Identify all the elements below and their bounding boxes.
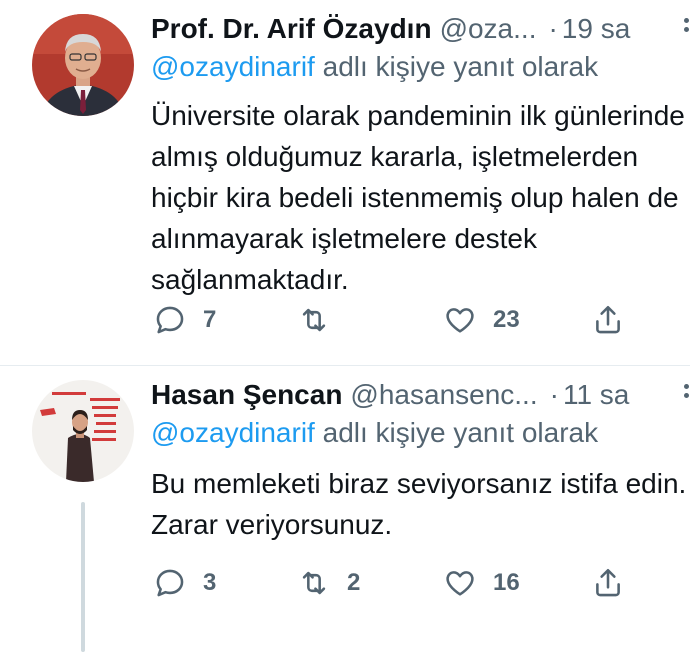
share-button[interactable] — [591, 563, 625, 603]
separator-dot: · — [548, 13, 558, 44]
reply-icon — [156, 569, 184, 597]
retweet-icon — [302, 571, 326, 595]
like-count: 23 — [493, 306, 520, 333]
avatar[interactable] — [32, 14, 134, 116]
avatar[interactable] — [32, 380, 134, 482]
author-name[interactable]: Prof. Dr. Arif Özaydın — [151, 13, 432, 44]
reply-button[interactable]: 3 — [153, 563, 216, 603]
retweet-count: 2 — [347, 569, 361, 596]
reply-context-text: adlı kişiye yanıt olarak — [314, 51, 599, 82]
like-button[interactable]: 16 — [443, 563, 520, 603]
share-icon — [596, 305, 620, 334]
author-handle[interactable]: @hasansenc... — [350, 379, 537, 410]
separator-dot: · — [549, 379, 559, 410]
like-button[interactable]: 23 — [443, 300, 520, 340]
share-icon — [596, 568, 620, 597]
reply-button[interactable]: 7 — [153, 300, 216, 340]
reply-context: @ozaydinarif adlı kişiye yanıt olarak — [151, 50, 598, 84]
avatar-image — [32, 14, 134, 116]
author-name[interactable]: Hasan Şencan — [151, 379, 342, 410]
heart-icon — [446, 308, 474, 333]
reply-mention-link[interactable]: @ozaydinarif — [151, 51, 315, 82]
reply-context-text: adlı kişiye yanıt olarak — [314, 417, 599, 448]
timestamp[interactable]: 11 sa — [563, 379, 629, 410]
like-count: 16 — [493, 569, 520, 596]
heart-icon — [446, 571, 474, 596]
tweet-header: Prof. Dr. Arif Özaydın @oza... · 19 sa — [151, 12, 630, 46]
reply-count: 7 — [203, 306, 217, 333]
author-handle[interactable]: @oza... — [440, 13, 537, 44]
timestamp[interactable]: 19 sa — [562, 13, 631, 44]
reply-mention-link[interactable]: @ozaydinarif — [151, 417, 315, 448]
more-options-icon[interactable] — [684, 18, 690, 36]
tweet[interactable]: Hasan Şencan @hasansenc... · 11 sa @ozaydin… — [0, 366, 690, 652]
reply-icon — [156, 306, 184, 334]
tweet[interactable]: Prof. Dr. Arif Özaydın @oza... · 19 sa @oza… — [0, 0, 690, 365]
thread-line — [81, 502, 85, 652]
tweet-header: Hasan Şencan @hasansenc... · 11 sa — [151, 378, 629, 412]
reply-context: @ozaydinarif adlı kişiye yanıt olarak — [151, 416, 598, 450]
avatar-image — [32, 380, 134, 482]
reply-count: 3 — [203, 569, 217, 596]
retweet-button[interactable] — [297, 300, 347, 340]
retweet-icon — [302, 308, 326, 332]
tweet-text: Üniversite olarak pandeminin ilk günleri… — [151, 100, 685, 295]
share-button[interactable] — [591, 300, 625, 340]
retweet-button[interactable]: 2 — [297, 563, 360, 603]
tweet-text: Bu memleketi biraz seviyorsanız istifa e… — [151, 468, 687, 540]
more-options-icon[interactable] — [684, 384, 690, 402]
